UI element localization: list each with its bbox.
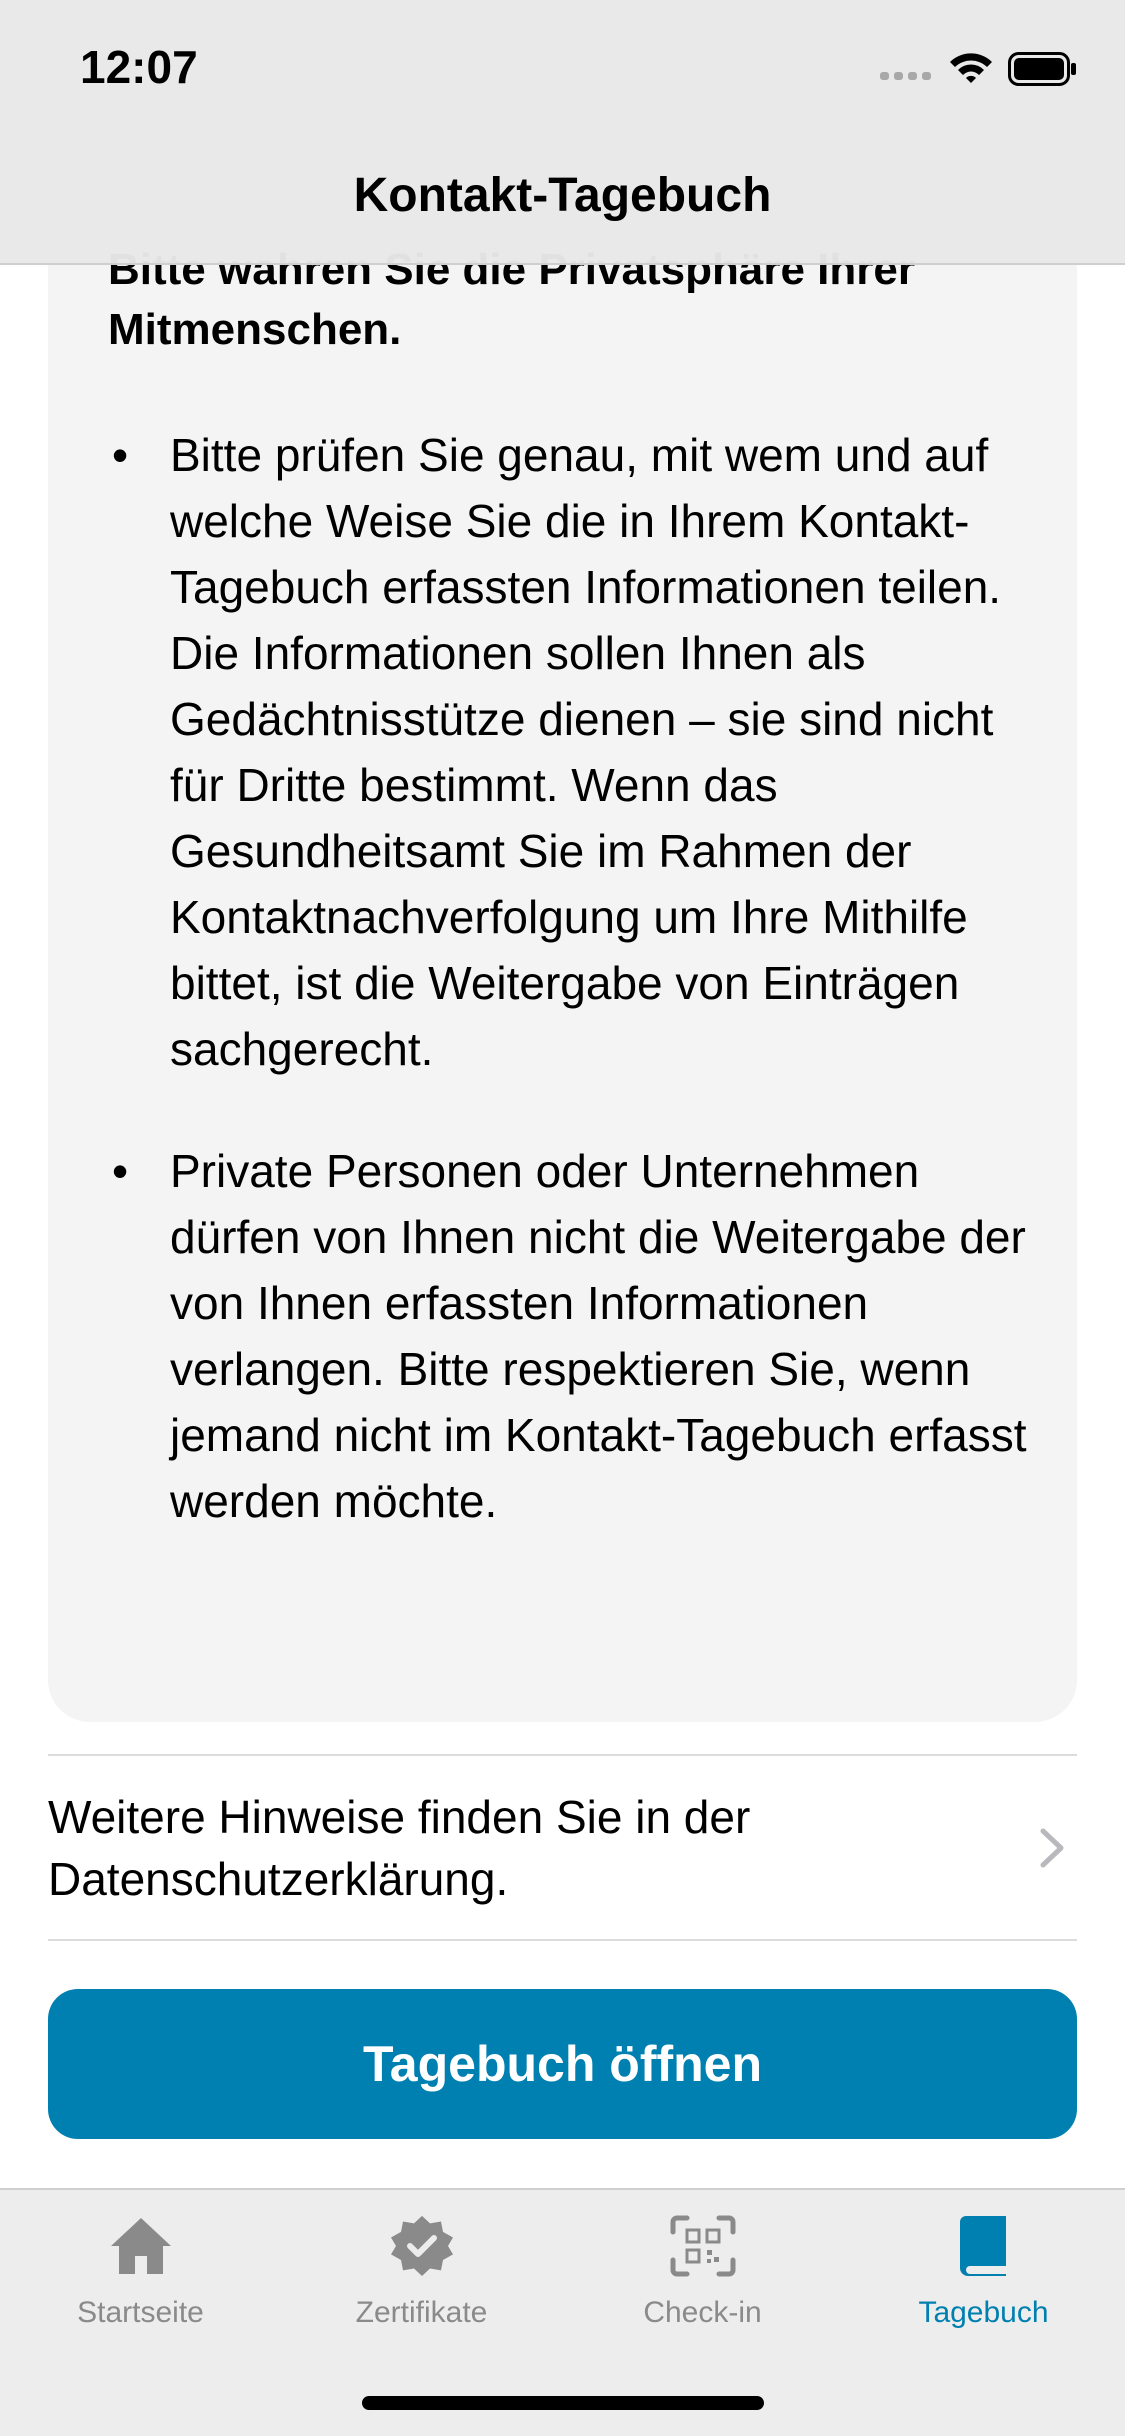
divider bbox=[48, 1939, 1077, 1941]
tab-check-in[interactable]: Check-in bbox=[562, 2190, 843, 2340]
bullet-icon: • bbox=[112, 429, 129, 481]
cellular-signal-icon bbox=[880, 72, 931, 80]
screen: Bitte wahren Sie die Privatsphäre Ihrer … bbox=[0, 0, 1125, 2436]
house-icon bbox=[111, 2218, 171, 2274]
tab-label: Tagebuch bbox=[918, 2296, 1049, 2329]
tab-tagebuch[interactable]: Tagebuch bbox=[843, 2190, 1124, 2340]
badge-check-icon bbox=[391, 2215, 453, 2277]
qr-code-icon bbox=[670, 2215, 736, 2277]
bullet-list: • Bitte prüfen Sie genau, mit wem und au… bbox=[108, 422, 1028, 1590]
open-diary-button[interactable]: Tagebuch öffnen bbox=[48, 1989, 1077, 2139]
bullet-text: Bitte prüfen Sie genau, mit wem und auf … bbox=[170, 429, 1002, 1075]
tab-startseite[interactable]: Startseite bbox=[0, 2190, 281, 2340]
list-item: • Private Personen oder Unternehmen dürf… bbox=[108, 1138, 1028, 1534]
status-time: 12:07 bbox=[80, 41, 198, 93]
wifi-icon bbox=[950, 53, 992, 83]
home-indicator[interactable] bbox=[362, 2396, 764, 2410]
bullet-text: Private Personen oder Unternehmen dürfen… bbox=[170, 1145, 1027, 1527]
tab-bar: Startseite Zertifikate Check-in Tagebuch bbox=[0, 2188, 1125, 2436]
list-item: • Bitte prüfen Sie genau, mit wem und au… bbox=[108, 422, 1028, 1082]
bullet-icon: • bbox=[112, 1145, 129, 1197]
scroll-content[interactable]: Bitte wahren Sie die Privatsphäre Ihrer … bbox=[0, 0, 1125, 2190]
privacy-link-label: Weitere Hinweise finden Sie in der Daten… bbox=[48, 1791, 751, 1905]
divider bbox=[48, 1754, 1077, 1756]
book-icon bbox=[960, 2216, 1006, 2276]
tab-label: Startseite bbox=[77, 2296, 204, 2329]
tab-label: Zertifikate bbox=[355, 2296, 488, 2329]
chevron-right-icon bbox=[1040, 1828, 1064, 1868]
navigation-header: 12:07 Kontakt-Tagebuch bbox=[0, 0, 1125, 265]
page-title: Kontakt-Tagebuch bbox=[353, 169, 772, 222]
privacy-link-row[interactable]: Weitere Hinweise finden Sie in der Daten… bbox=[48, 1757, 1077, 1939]
tab-zertifikate[interactable]: Zertifikate bbox=[281, 2190, 562, 2340]
battery-icon bbox=[1008, 52, 1076, 86]
tab-label: Check-in bbox=[643, 2296, 762, 2329]
